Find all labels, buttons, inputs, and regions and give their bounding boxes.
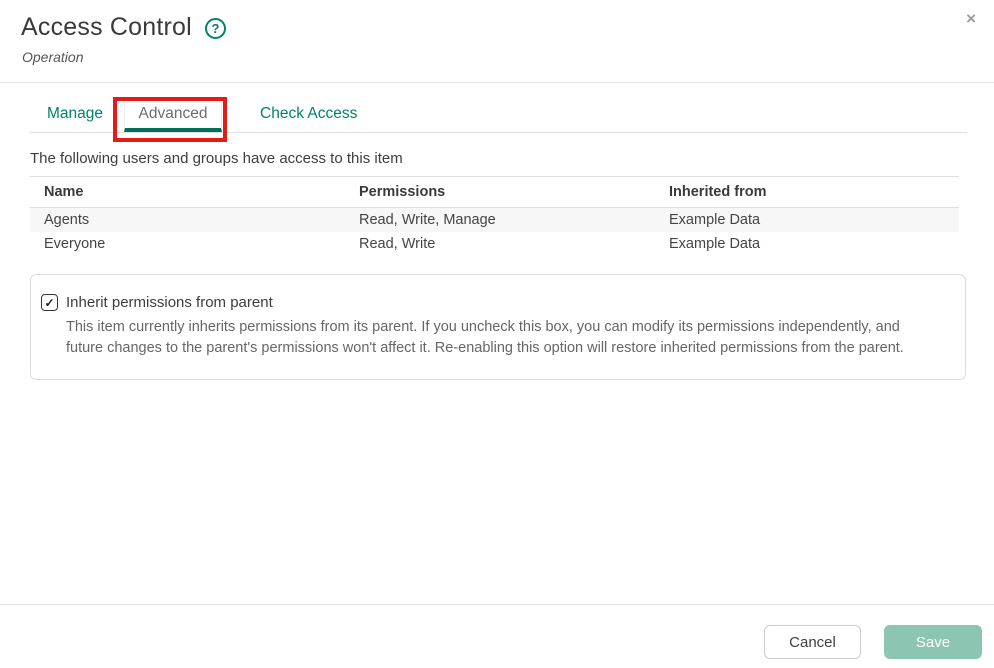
page-title: Access Control: [21, 13, 192, 42]
modal-header: Access Control ? Operation: [0, 0, 994, 83]
inherit-permissions-panel: ✓ Inherit permissions from parent This i…: [30, 274, 966, 380]
inherit-permissions-description: This item currently inherits permissions…: [66, 317, 914, 359]
tab-check-access[interactable]: Check Access: [243, 99, 374, 132]
column-header-name: Name: [30, 177, 345, 208]
table-row: Agents Read, Write, Manage Example Data: [30, 208, 959, 233]
modal-subtitle: Operation: [22, 49, 994, 65]
column-header-permissions: Permissions: [345, 177, 655, 208]
table-caption: The following users and groups have acce…: [30, 150, 964, 167]
modal-footer: Cancel Save: [0, 604, 994, 668]
save-button[interactable]: Save: [884, 625, 982, 659]
permissions-table: Name Permissions Inherited from Agents R…: [30, 176, 959, 256]
inherit-permissions-checkbox[interactable]: ✓: [41, 294, 58, 311]
cell-inherited-from: Example Data: [655, 232, 959, 256]
tab-advanced[interactable]: Advanced: [124, 99, 222, 132]
tab-bar: Manage Advanced Check Access: [30, 83, 967, 133]
tab-manage[interactable]: Manage: [30, 99, 120, 132]
help-icon[interactable]: ?: [205, 18, 226, 39]
cell-name: Everyone: [30, 232, 345, 256]
close-icon[interactable]: ×: [966, 10, 976, 27]
checkmark-icon: ✓: [44, 297, 54, 309]
cell-permissions: Read, Write, Manage: [345, 208, 655, 233]
table-header-row: Name Permissions Inherited from: [30, 177, 959, 208]
cell-inherited-from: Example Data: [655, 208, 959, 233]
cancel-button[interactable]: Cancel: [764, 625, 861, 659]
column-header-inherited-from: Inherited from: [655, 177, 959, 208]
cell-name: Agents: [30, 208, 345, 233]
inherit-permissions-label: Inherit permissions from parent: [66, 294, 273, 311]
table-row: Everyone Read, Write Example Data: [30, 232, 959, 256]
cell-permissions: Read, Write: [345, 232, 655, 256]
access-control-modal: × Access Control ? Operation Manage Adva…: [0, 0, 994, 668]
